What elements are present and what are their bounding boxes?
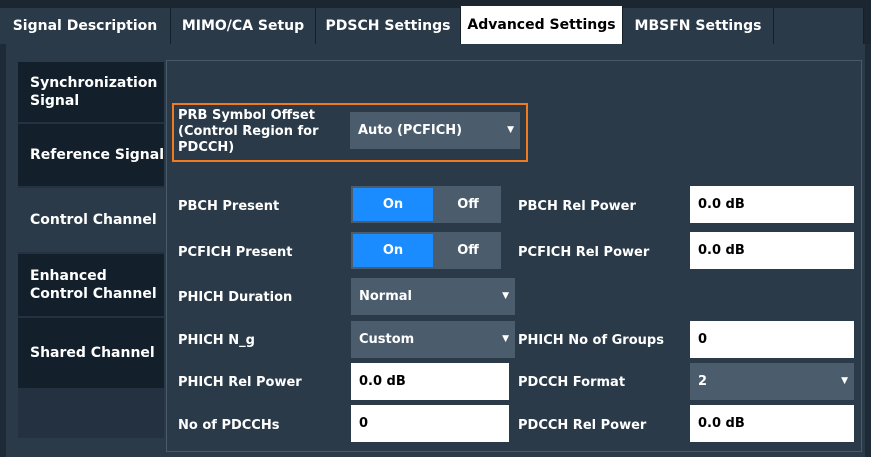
tab-signal-description[interactable]: Signal Description bbox=[0, 8, 171, 44]
prb-symbol-offset-value: Auto (PCFICH) bbox=[358, 123, 463, 138]
pdcch-format-label: PDCCH Format bbox=[518, 375, 626, 390]
chevron-down-icon: ▼ bbox=[502, 291, 509, 301]
pbch-present-toggle[interactable]: On Off bbox=[351, 186, 501, 223]
sidebar-item-label: Enhanced Control Channel bbox=[30, 268, 157, 302]
sidebar-item-shared-channel[interactable]: Shared Channel bbox=[18, 318, 164, 388]
pcfich-present-toggle[interactable]: On Off bbox=[351, 232, 501, 269]
pcfich-present-on-option[interactable]: On bbox=[353, 234, 433, 267]
phich-no-of-groups-field[interactable]: 0 bbox=[690, 321, 854, 358]
phich-rel-power-label: PHICH Rel Power bbox=[178, 375, 302, 390]
chevron-down-icon: ▼ bbox=[841, 376, 848, 386]
tab-pdsch-settings[interactable]: PDSCH Settings bbox=[316, 8, 461, 44]
sidebar: Synchronization Signal Reference Signal … bbox=[18, 62, 164, 438]
pbch-rel-power-label: PBCH Rel Power bbox=[518, 199, 636, 214]
sidebar-item-label: Reference Signal bbox=[30, 147, 165, 163]
sidebar-item-control-channel[interactable]: Control Channel bbox=[18, 188, 164, 252]
sidebar-item-synchronization-signal[interactable]: Synchronization Signal bbox=[18, 62, 164, 122]
sidebar-item-enhanced-control-channel[interactable]: Enhanced Control Channel bbox=[18, 254, 164, 316]
pbch-present-off-option[interactable]: Off bbox=[435, 186, 501, 223]
pbch-present-on-option[interactable]: On bbox=[353, 188, 433, 221]
no-of-pdcchs-field[interactable]: 0 bbox=[351, 405, 509, 442]
chevron-down-icon: ▼ bbox=[507, 125, 514, 135]
pdcch-rel-power-field[interactable]: 0.0 dB bbox=[690, 405, 854, 442]
tab-mimo-ca-setup[interactable]: MIMO/CA Setup bbox=[171, 8, 316, 44]
tab-advanced-settings[interactable]: Advanced Settings bbox=[461, 6, 623, 44]
tab-mbsfn-settings[interactable]: MBSFN Settings bbox=[623, 8, 774, 44]
sidebar-item-reference-signal[interactable]: Reference Signal bbox=[18, 124, 164, 186]
phich-ng-label: PHICH N_g bbox=[178, 333, 255, 348]
pbch-rel-power-field[interactable]: 0.0 dB bbox=[690, 186, 854, 223]
pcfich-rel-power-field[interactable]: 0.0 dB bbox=[690, 232, 854, 269]
pcfich-rel-power-label: PCFICH Rel Power bbox=[518, 245, 650, 260]
pdcch-format-dropdown[interactable]: 2 ▼ bbox=[690, 363, 854, 400]
phich-ng-value: Custom bbox=[359, 332, 415, 347]
pbch-present-label: PBCH Present bbox=[178, 199, 280, 214]
tab-bar: Signal Description MIMO/CA Setup PDSCH S… bbox=[0, 0, 871, 44]
sidebar-item-label: Shared Channel bbox=[30, 345, 155, 361]
prb-symbol-offset-dropdown[interactable]: Auto (PCFICH) ▼ bbox=[350, 112, 520, 149]
phich-ng-dropdown[interactable]: Custom ▼ bbox=[351, 321, 515, 358]
prb-symbol-offset-label: PRB Symbol Offset (Control Region for PD… bbox=[178, 108, 319, 155]
pdcch-rel-power-label: PDCCH Rel Power bbox=[518, 418, 647, 433]
phich-duration-value: Normal bbox=[359, 289, 412, 304]
pcfich-present-off-option[interactable]: Off bbox=[435, 232, 501, 269]
pdcch-format-value: 2 bbox=[698, 374, 708, 389]
sidebar-item-label: Control Channel bbox=[30, 212, 157, 228]
phich-no-of-groups-label: PHICH No of Groups bbox=[518, 333, 664, 348]
chevron-down-icon: ▼ bbox=[502, 334, 509, 344]
phich-duration-dropdown[interactable]: Normal ▼ bbox=[351, 278, 515, 315]
sidebar-item-label: Synchronization Signal bbox=[30, 75, 158, 109]
tab-empty bbox=[774, 8, 864, 44]
phich-rel-power-field[interactable]: 0.0 dB bbox=[351, 363, 509, 400]
no-of-pdcchs-label: No of PDCCHs bbox=[178, 418, 280, 433]
pcfich-present-label: PCFICH Present bbox=[178, 245, 293, 260]
phich-duration-label: PHICH Duration bbox=[178, 290, 293, 305]
